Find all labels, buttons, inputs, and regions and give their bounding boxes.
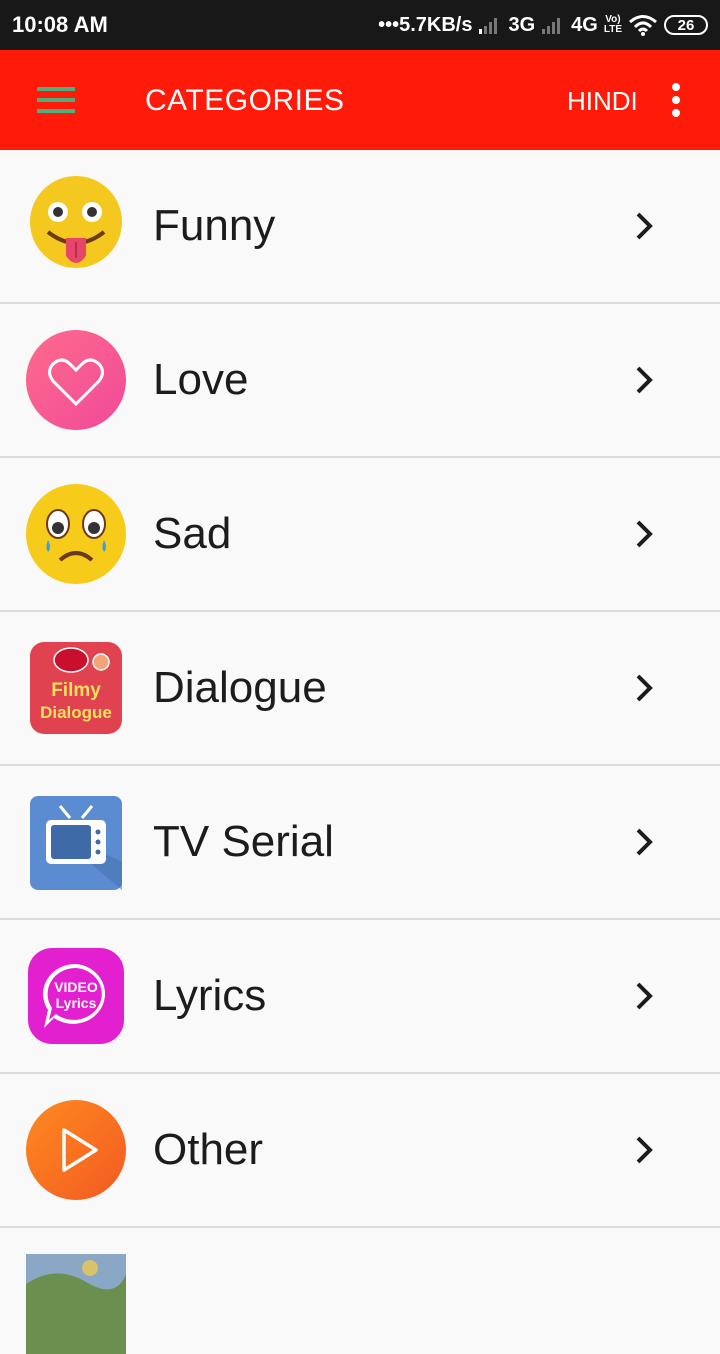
battery-icon: 26	[664, 15, 708, 35]
chevron-right-icon	[636, 674, 653, 702]
signal-icon	[479, 18, 498, 34]
more-options-button[interactable]	[656, 76, 696, 124]
volte-icon: Vo) LTE	[604, 15, 622, 35]
category-item-tv-serial[interactable]: TV Serial	[0, 766, 720, 920]
tv-icon	[30, 796, 122, 890]
network-4g: 4G	[571, 13, 598, 36]
network-3g: 3G	[508, 13, 536, 36]
chevron-right-icon	[636, 828, 653, 856]
icon-text: Dialogue	[40, 703, 112, 722]
category-label: Other	[153, 1125, 264, 1174]
play-icon	[26, 1100, 126, 1200]
category-item-funny[interactable]: Funny	[0, 150, 720, 304]
category-item-dialogue[interactable]: Filmy Dialogue Dialogue	[0, 612, 720, 766]
hamburger-icon	[37, 87, 75, 113]
status-bar: 10:08 AM •••5.7KB/s 3G 4G Vo) LTE 26	[0, 0, 720, 50]
category-item-partial[interactable]	[0, 1228, 720, 1354]
chevron-right-icon	[636, 520, 653, 548]
chevron-right-icon	[636, 366, 653, 394]
network-speed: •••5.7KB/s	[378, 13, 473, 36]
filmy-dialogue-icon: Filmy Dialogue	[30, 642, 122, 734]
category-label: TV Serial	[153, 817, 334, 866]
chevron-right-icon	[636, 1136, 653, 1164]
page-title: CATEGORIES	[145, 84, 345, 117]
category-label: Lyrics	[153, 971, 267, 1020]
icon-text: VIDEO	[54, 979, 98, 995]
category-label: Sad	[153, 509, 232, 558]
category-item-sad[interactable]: Sad	[0, 458, 720, 612]
icon-text: Lyrics	[56, 995, 97, 1011]
funny-emoji-icon	[30, 176, 122, 268]
signal-icon	[542, 18, 561, 34]
sad-emoji-icon	[26, 484, 126, 584]
status-time: 10:08 AM	[12, 12, 108, 37]
icon-text: Filmy	[51, 680, 101, 701]
video-lyrics-icon: VIDEO Lyrics	[28, 948, 124, 1044]
menu-button[interactable]	[26, 76, 86, 124]
thumbnail-image	[26, 1254, 126, 1354]
volte-bottom: LTE	[603, 24, 622, 35]
category-label: Dialogue	[153, 663, 327, 712]
language-button[interactable]: HINDI	[567, 86, 638, 117]
category-label: Funny	[153, 201, 276, 250]
app-bar: CATEGORIES HINDI	[0, 50, 720, 150]
status-icons: •••5.7KB/s 3G 4G Vo) LTE 26	[378, 10, 708, 40]
category-item-lyrics[interactable]: VIDEO Lyrics Lyrics	[0, 920, 720, 1074]
chevron-right-icon	[636, 982, 653, 1010]
category-list: Funny Love Sad Filmy Dialogue Dialogue T…	[0, 150, 720, 1354]
category-item-love[interactable]: Love	[0, 304, 720, 458]
more-vert-icon	[672, 83, 680, 117]
battery-level: 26	[677, 16, 695, 34]
wifi-icon	[629, 15, 657, 36]
chevron-right-icon	[636, 212, 653, 240]
category-label: Love	[153, 355, 249, 404]
heart-icon	[26, 330, 126, 430]
category-item-other[interactable]: Other	[0, 1074, 720, 1228]
